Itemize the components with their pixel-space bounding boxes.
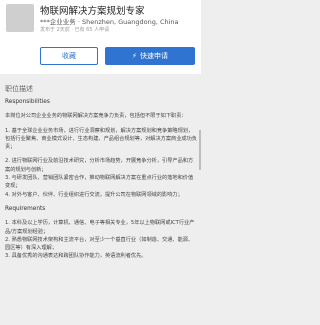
description-intro: 本岗位对公司企业业务的物联网解决方案竞争力负责，包括但不限于如下职责： [5,113,187,120]
post-meta: 发布于 2天前 · 已有 65 人申请 [40,27,110,33]
requirements-heading: Requirements [5,205,46,212]
quick-apply-label: 快速申请 [139,52,168,60]
list-item: 3. 具备优秀的沟通表达和跨团队协作能力，英语流利者优先。 [5,253,147,260]
lightning-icon: ⚡ [132,52,137,60]
company-logo [6,4,34,32]
section-title: 职位描述 [5,85,33,93]
company-location: ***企业业务 · Shenzhen, Guangdong, China [40,18,179,26]
quick-apply-button[interactable]: ⚡ 快速申请 [105,47,195,65]
list-item: 2. 进行物联网行业及前沿技术研究，分析市场趋势，开展竞争分析，引导产品和方案的… [5,158,194,173]
scrollbar[interactable] [199,130,201,170]
favorite-button[interactable]: 收藏 [40,47,98,65]
list-item: 4. 对外与客户、伙伴、行业组织进行交流，提升公司在物联网领域的影响力； [5,191,183,198]
responsibilities-heading: Responsibilities [5,99,50,105]
job-header: 物联网解决方案规划专家 ***企业业务 · Shenzhen, Guangdon… [0,0,201,74]
list-item: 3. 与研发团队、营销团队紧密合作，推动物联网解决方案在重点行业的落地和价值变现… [5,175,194,190]
list-item: 2. 熟悉物联网技术架构和主流平台，对至少一个垂直行业（如制造、交通、能源、园区… [5,236,194,252]
list-item: 1. 基于全球企业业务市场，进行行业洞察和规划，解决方案规划和竞争策略规划，包括… [5,127,197,151]
list-item: 1. 本科及以上学历，计算机、通信、电子等相关专业，5年以上物联网或ICT行业产… [5,220,195,235]
job-title: 物联网解决方案规划专家 [40,6,145,17]
job-description: Responsibilities 本岗位对公司企业业务的物联网解决方案竞争力负责… [5,98,198,261]
